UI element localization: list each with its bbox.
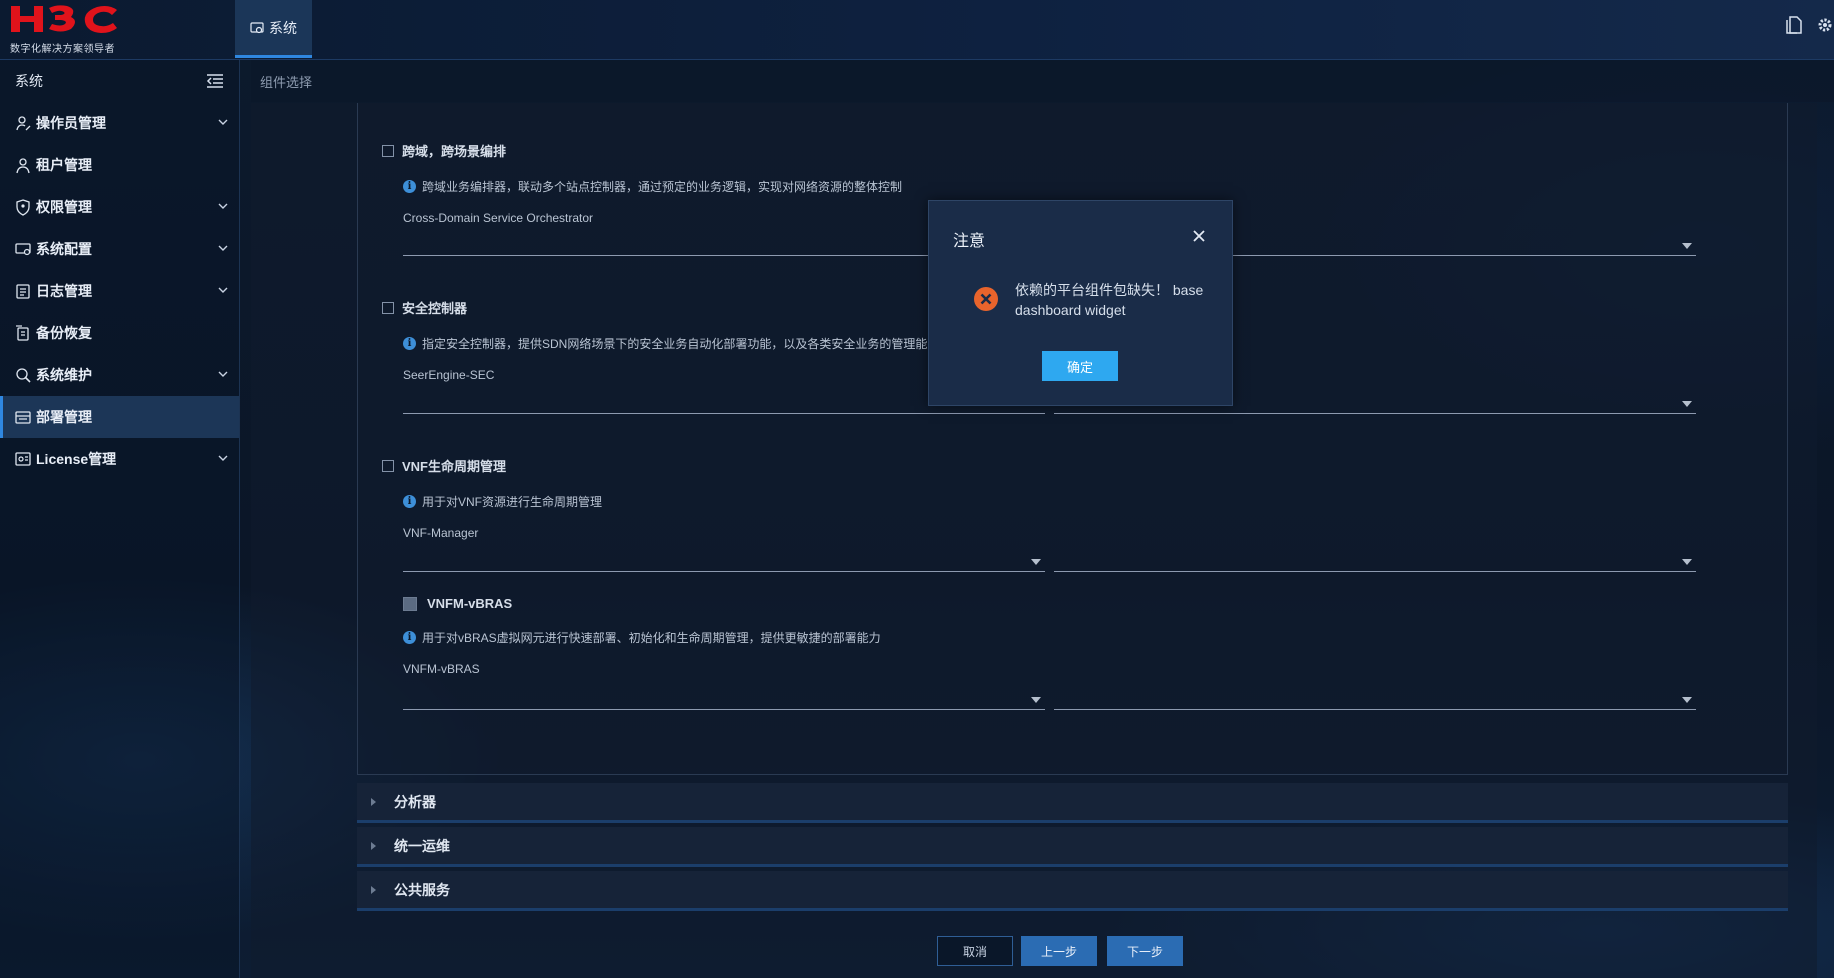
sidebar-header: 系统 [0, 60, 239, 102]
component-title: 安全控制器 [402, 301, 468, 316]
sidebar-item-label: 备份恢复 [36, 325, 92, 341]
chevron-down-icon [217, 283, 229, 295]
section-label: 公共服务 [394, 881, 450, 898]
tab-system-label: 系统 [269, 19, 297, 36]
shield-icon [14, 198, 32, 216]
info-icon: i [403, 631, 416, 644]
section-public-services[interactable]: 公共服务 [357, 871, 1788, 911]
version-select-left[interactable] [403, 688, 1045, 710]
section-analyzer[interactable]: 分析器 [357, 783, 1788, 823]
chevron-down-icon [1682, 243, 1692, 249]
version-select-right[interactable] [1054, 688, 1696, 710]
backup-icon [14, 324, 32, 342]
sidebar-title: 系统 [15, 73, 43, 89]
sidebar-item-label: 租户管理 [36, 157, 92, 173]
monitor-gear-icon [14, 240, 32, 258]
sidebar-item[interactable]: 日志管理 [0, 270, 239, 312]
caret-right-icon [371, 885, 376, 894]
collapse-menu-icon[interactable] [206, 73, 224, 89]
component-description: 跨域业务编排器，联动多个站点控制器，通过预定的业务逻辑，实现对网络资源的整体控制 [422, 180, 903, 194]
component-title: VNFM-vBRAS [427, 596, 513, 611]
info-icon: i [403, 337, 416, 350]
component-description: 用于对VNF资源进行生命周期管理 [422, 495, 603, 509]
user-icon [14, 156, 32, 174]
close-icon[interactable] [1192, 229, 1206, 243]
component-title: VNF生命周期管理 [402, 459, 507, 474]
user-edit-icon [14, 114, 32, 132]
sidebar-item[interactable]: License管理 [0, 438, 239, 480]
chevron-down-icon [217, 451, 229, 463]
caret-right-icon [371, 841, 376, 850]
dialog-title: 注意 [953, 233, 986, 250]
chevron-down-icon [217, 115, 229, 127]
confirm-button[interactable]: 确定 [1042, 351, 1118, 381]
sidebar-item-label: 系统配置 [36, 241, 92, 257]
info-icon: i [403, 495, 416, 508]
version-select-right[interactable] [1054, 550, 1696, 572]
sidebar-item-label: 操作员管理 [36, 115, 106, 131]
component-checkbox[interactable] [403, 596, 417, 611]
cancel-button[interactable]: 取消 [937, 936, 1013, 966]
h3c-logo-mark [11, 5, 117, 33]
h3c-logo[interactable]: 数字化解决方案领导者 [9, 2, 129, 55]
chevron-down-icon [217, 199, 229, 211]
component-vnfm-vbras: VNFM-vBRAS i 用于对vBRAS虚拟网元进行快速部署、初始化和生命周期管… [403, 596, 1723, 676]
previous-step-button[interactable]: 上一步 [1021, 936, 1097, 966]
section-label: 分析器 [394, 793, 436, 810]
sidebar-item-label: 日志管理 [36, 283, 92, 299]
alert-dialog: 注意 依赖的平台组件包缺失！ base dashboard widget 确定 [928, 200, 1233, 406]
sidebar-item-label: License管理 [36, 451, 117, 467]
maintenance-icon [14, 366, 32, 384]
sidebar: 系统 操作员管理租户管理权限管理系统配置日志管理备份恢复系统维护部署管理 Lice… [0, 60, 240, 978]
log-icon [14, 282, 32, 300]
chevron-down-icon [217, 367, 229, 379]
component-description: 指定安全控制器，提供SDN网络场景下的安全业务自动化部署功能，以及各类安全业务的… [422, 337, 928, 351]
component-vnf-manager: VNF生命周期管理 i 用于对VNF资源进行生命周期管理 VNF-Manager [382, 456, 1702, 540]
component-checkbox[interactable] [382, 301, 394, 314]
section-unified-ops[interactable]: 统一运维 [357, 827, 1788, 867]
version-select-left[interactable] [403, 550, 1045, 572]
sidebar-item[interactable]: 系统维护 [0, 354, 239, 396]
chevron-down-icon [1031, 559, 1041, 565]
tab-system[interactable]: 系统 [235, 0, 312, 58]
chevron-down-icon [217, 241, 229, 253]
caret-right-icon [371, 797, 376, 806]
next-step-button[interactable]: 下一步 [1107, 936, 1183, 966]
sidebar-item[interactable]: 操作员管理 [0, 102, 239, 144]
sidebar-item[interactable]: 备份恢复 [0, 312, 239, 354]
chevron-down-icon [1682, 559, 1692, 565]
chevron-down-icon [1682, 697, 1692, 703]
dialog-message: 依赖的平台组件包缺失！ base dashboard widget [1015, 282, 1204, 318]
info-icon: i [403, 180, 416, 193]
sidebar-item[interactable]: 权限管理 [0, 186, 239, 228]
gear-icon[interactable] [1816, 16, 1834, 34]
top-header: 数字化解决方案领导者 系统 [0, 0, 1834, 60]
component-checkbox[interactable] [382, 144, 394, 157]
sidebar-item-label: 权限管理 [36, 199, 92, 215]
sidebar-item[interactable]: 系统配置 [0, 228, 239, 270]
component-name: VNF-Manager [403, 526, 479, 540]
sidebar-item[interactable]: 部署管理 [0, 396, 239, 438]
section-label: 统一运维 [394, 837, 450, 854]
deploy-icon [14, 408, 32, 426]
system-icon [250, 21, 264, 33]
chevron-down-icon [1031, 697, 1041, 703]
chevron-down-icon [1682, 401, 1692, 407]
component-name: VNFM-vBRAS [403, 662, 480, 676]
document-icon[interactable] [1786, 16, 1804, 34]
license-icon [14, 450, 32, 468]
error-icon [974, 287, 998, 311]
component-title: 跨域，跨场景编排 [402, 144, 507, 159]
logo-tagline: 数字化解决方案领导者 [10, 44, 115, 55]
component-checkbox[interactable] [382, 459, 394, 472]
sidebar-item-label: 部署管理 [36, 409, 92, 425]
sidebar-item-label: 系统维护 [36, 367, 92, 383]
breadcrumb: 组件选择 [251, 60, 1834, 102]
sidebar-item[interactable]: 租户管理 [0, 144, 239, 186]
component-description: 用于对vBRAS虚拟网元进行快速部署、初始化和生命周期管理，提供更敏捷的部署能力 [422, 631, 881, 645]
